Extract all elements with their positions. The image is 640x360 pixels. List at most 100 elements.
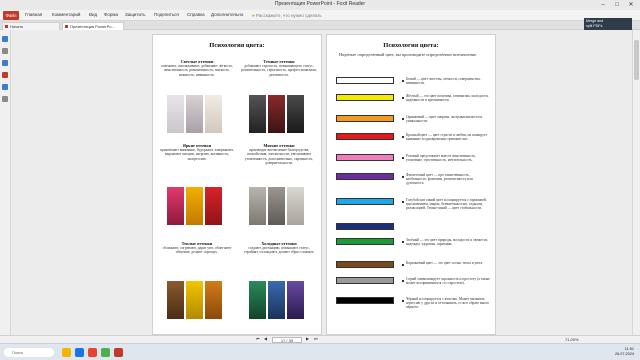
- bullet: [402, 264, 404, 266]
- menu-share[interactable]: Поделиться: [154, 12, 179, 17]
- photo-light-3: [205, 95, 222, 133]
- section-desc: сближают, согревают, дарят уют, облегчаю…: [162, 246, 232, 255]
- section-dark: Темные оттенки добавляют строгость, повы…: [241, 59, 317, 77]
- foxit-taskbar-icon[interactable]: [114, 348, 123, 357]
- color-desc-purple: Фиолетовый цвет — про таинственность, не…: [406, 173, 473, 186]
- color-swatch-blue: [336, 198, 394, 205]
- next-page-icon[interactable]: ▶: [306, 336, 309, 341]
- last-page-icon[interactable]: ⏭: [314, 336, 318, 341]
- menu-bar: Файл Главная Комментарий Вид Форма Защит…: [0, 10, 640, 21]
- photo-soft-2: [268, 187, 285, 225]
- merge-split-badge[interactable]: Merge and split PDFs: [584, 18, 632, 30]
- search-placeholder: Расскажите, что нужно сделать: [255, 13, 322, 18]
- photo-bright-3: [205, 187, 222, 225]
- minimize-icon[interactable]: –: [596, 0, 610, 10]
- photo-dark-2: [268, 95, 285, 133]
- color-desc-black: Чёрный ассоциируется с властью. Может вы…: [406, 297, 490, 310]
- bookmark-icon[interactable]: [2, 36, 8, 42]
- taskbar: Поиск 11:51 26.07.2024: [0, 343, 640, 360]
- tab-document[interactable]: Презентация PowerPo...: [62, 22, 124, 30]
- thumbnail-icon[interactable]: [2, 48, 8, 54]
- bullet: [402, 280, 404, 282]
- photo-cold-2: [268, 281, 285, 319]
- taskbar-search[interactable]: Поиск: [4, 348, 54, 357]
- color-swatch-orange: [336, 115, 394, 122]
- color-swatch-green: [336, 238, 394, 245]
- color-desc-gray: Серый символизирует скромность и простот…: [406, 277, 490, 286]
- menu-extra[interactable]: Дополнительно: [211, 12, 243, 17]
- edge-icon[interactable]: [75, 348, 84, 357]
- bullet: [402, 80, 404, 82]
- status-bar: ⏮ ◀ 17 / 39 ▶ ⏭ 71,09%: [0, 335, 640, 343]
- color-desc-pink: Розовый представляет вместе женственност…: [406, 154, 476, 163]
- tab-start-label: Начать: [10, 24, 24, 29]
- color-desc-blue: Голубой или синий цвет ассоциируется с г…: [406, 198, 487, 211]
- left-page-title: Психология цвета:: [209, 42, 265, 49]
- document-viewer[interactable]: Психология цвета: Светлые оттенки освежа…: [11, 30, 632, 335]
- photo-light-1: [167, 95, 184, 133]
- color-desc-orange: Оранжевый — цвет энергии, экстравагантно…: [406, 115, 483, 124]
- photo-bright-2: [186, 187, 203, 225]
- menu-form[interactable]: Форма: [104, 12, 118, 17]
- color-swatch-pink: [336, 154, 394, 161]
- window-title: Презентация PowerPoint - Foxit Reader: [274, 1, 366, 7]
- search-input[interactable]: ● Расскажите, что нужно сделать: [252, 11, 372, 20]
- close-icon[interactable]: ✕: [624, 0, 638, 10]
- badge-line2: split PDFs: [586, 23, 603, 28]
- bullet: [402, 241, 404, 243]
- pdf-page-left: Психология цвета: Светлые оттенки освежа…: [152, 34, 322, 335]
- photo-bright-1: [167, 187, 184, 225]
- bullet: [402, 118, 404, 120]
- title-bar: Презентация PowerPoint - Foxit Reader – …: [0, 0, 640, 10]
- photo-cold-3: [287, 281, 304, 319]
- color-desc-green: Зелёный — это цвет природы, молодости и …: [406, 238, 489, 247]
- prev-page-icon[interactable]: ◀: [264, 336, 267, 341]
- chrome-icon[interactable]: [88, 348, 97, 357]
- tab-document-label: Презентация PowerPo...: [70, 24, 115, 29]
- first-page-icon[interactable]: ⏮: [256, 336, 260, 341]
- bullet: [402, 157, 404, 159]
- signature-icon[interactable]: [2, 96, 8, 102]
- comments-icon[interactable]: [2, 72, 8, 78]
- maximize-icon[interactable]: □: [610, 0, 624, 10]
- attachment-icon[interactable]: [2, 84, 8, 90]
- zoom-level[interactable]: 71,09%: [565, 337, 579, 342]
- color-desc-yellow: Жёлтый — это цвет позитива, оптимизма, м…: [406, 94, 489, 103]
- menu-comment[interactable]: Комментарий: [52, 12, 80, 17]
- color-swatch-white: [336, 77, 394, 84]
- photo-soft-1: [249, 187, 266, 225]
- clock[interactable]: 11:51 26.07.2024: [598, 347, 634, 357]
- file-explorer-icon[interactable]: [62, 348, 71, 357]
- section-desc: производят впечатление благородства, спо…: [244, 148, 314, 166]
- color-swatch-brown: [336, 261, 394, 268]
- color-swatch-yellow: [336, 94, 394, 101]
- file-menu-button[interactable]: Файл: [3, 11, 19, 20]
- photo-light-2: [186, 95, 203, 133]
- menu-protect[interactable]: Защитить: [125, 12, 145, 17]
- menu-view[interactable]: Вид: [89, 12, 97, 17]
- section-warm: Теплые оттенки сближают, согревают, даря…: [159, 241, 235, 255]
- layers-icon[interactable]: [2, 60, 8, 66]
- bullet: [402, 176, 404, 178]
- scrollbar-thumb[interactable]: [634, 40, 639, 80]
- right-sidebar: [632, 30, 640, 335]
- section-desc: добавляют строгость, повышающего статус,…: [241, 64, 317, 77]
- menu-home[interactable]: Главная: [25, 12, 42, 17]
- lightbulb-icon: ●: [252, 13, 255, 18]
- section-bright: Яркие оттенки привлекают внимание, будор…: [159, 143, 235, 161]
- foxit-icon: [5, 25, 8, 28]
- clock-date: 26.07.2024: [614, 352, 634, 356]
- menu-help[interactable]: Справка: [187, 12, 205, 17]
- color-swatch-black: [336, 297, 394, 304]
- excel-icon[interactable]: [101, 348, 110, 357]
- right-page-title: Психология цвета:: [383, 42, 439, 49]
- tab-start[interactable]: Начать: [2, 22, 60, 30]
- color-desc-white: Белый — цвет чистоты, лёгкости, совершен…: [406, 77, 481, 86]
- color-swatch-gray: [336, 277, 394, 284]
- right-page-intro: Наденьте определённый цвет, вы производи…: [339, 52, 478, 57]
- section-light: Светлые оттенки освежают, омолаживают, д…: [159, 59, 235, 77]
- color-swatch-red: [336, 133, 394, 140]
- photo-soft-3: [287, 187, 304, 225]
- photo-dark-1: [249, 95, 266, 133]
- section-desc: создают дистанцию, повышают статус, стро…: [243, 246, 315, 255]
